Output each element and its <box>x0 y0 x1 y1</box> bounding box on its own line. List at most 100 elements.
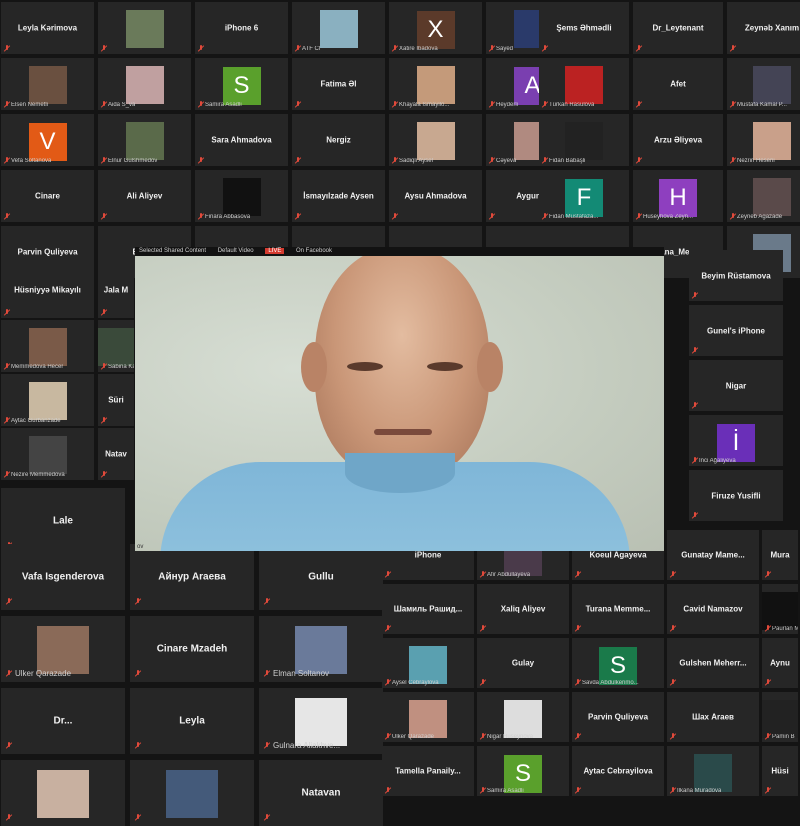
participant-tile[interactable]: Hüsi <box>762 746 798 796</box>
participant-tile[interactable]: Fatima Əl <box>292 58 385 110</box>
participant-tile[interactable]: Paurlan M <box>762 584 798 634</box>
participant-tile[interactable]: Ali Aliyev <box>98 170 191 222</box>
participant-tile[interactable]: Cinare <box>1 170 94 222</box>
participant-tile[interactable]: Айнур Araeва <box>130 544 254 610</box>
avatar-letter: F <box>565 179 603 217</box>
participant-tile[interactable]: Türkan Rasulova <box>539 58 629 110</box>
participant-tile[interactable]: İsmayılzade Aysen <box>292 170 385 222</box>
participant-tile[interactable]: V Vefa Soltanova <box>1 114 94 166</box>
participant-name: Sabina Ka <box>108 364 134 370</box>
participant-tile[interactable]: Vafa Isgenderova <box>1 544 125 610</box>
muted-mic-icon <box>636 45 642 52</box>
participant-tile[interactable]: Süri <box>98 374 134 426</box>
participant-tile[interactable]: Cinare Mzadeh <box>130 616 254 682</box>
active-speaker-video[interactable]: Selected Shared Content Default Video LI… <box>135 247 664 551</box>
participant-tile[interactable] <box>1 760 125 826</box>
toolbar-shared-content[interactable]: Selected Shared Content <box>139 248 206 254</box>
participant-tile[interactable]: ATF Cl <box>292 2 385 54</box>
participant-tile[interactable]: Nezire Memmedova <box>1 428 94 480</box>
participant-tile[interactable]: Afet <box>633 58 723 110</box>
participant-name: Aytac Gurbanzade <box>11 418 61 424</box>
toolbar-default-video[interactable]: Default Video <box>218 248 254 254</box>
participant-tile[interactable]: S Samira Asadli <box>477 746 569 796</box>
participant-tile[interactable]: Gulshen Meherr... <box>667 638 759 688</box>
participant-tile[interactable]: Nigar Huseynova <box>477 692 569 742</box>
participant-tile[interactable]: İ Inci Ağaliyeva <box>689 415 783 466</box>
participant-tile[interactable]: Pamin B <box>762 692 798 742</box>
muted-mic-icon <box>101 471 107 478</box>
participant-tile[interactable]: Zeynəb Xanım <box>727 2 800 54</box>
participant-tile[interactable]: Elsen Nemetli <box>1 58 94 110</box>
participant-tile[interactable]: Gullu <box>259 544 383 610</box>
participant-tile[interactable]: Elnur Gulshmedov <box>98 114 191 166</box>
participant-tile[interactable]: Memmedova Hecer <box>1 320 94 372</box>
muted-mic-icon <box>198 45 204 52</box>
participant-tile[interactable]: Şems Əhmədli <box>539 2 629 54</box>
participant-tile[interactable]: Parvin Quliyeva <box>572 692 664 742</box>
participant-name: Sadiqli Aysel <box>399 158 433 164</box>
participant-name: Cəyeva <box>496 158 517 164</box>
muted-mic-icon <box>392 45 398 52</box>
muted-mic-icon <box>6 670 12 677</box>
participant-tile[interactable]: Fidan Babaşli <box>539 114 629 166</box>
muted-mic-icon <box>489 101 495 108</box>
participant-tile[interactable]: Firuze Yusifli <box>689 470 783 521</box>
participant-tile[interactable]: Xaliq Aliyev <box>477 584 569 634</box>
participant-tile[interactable]: Nezrin Heseni <box>727 114 800 166</box>
participant-tile[interactable]: Aytac Cebrayilova <box>572 746 664 796</box>
participant-tile[interactable]: X Xatire Ibadova <box>389 2 482 54</box>
muted-mic-icon <box>542 157 548 164</box>
participant-tile[interactable]: Natav <box>98 428 134 480</box>
participant-tile[interactable]: Ulker Qarazade <box>1 616 125 682</box>
participant-tile[interactable]: Ilkana Muradova <box>667 746 759 796</box>
participant-tile[interactable]: F Fidan Mustafaza... <box>539 170 629 222</box>
participant-tile[interactable]: Шах Araeв <box>667 692 759 742</box>
participant-tile[interactable]: Шамиль Рашид... <box>382 584 474 634</box>
participant-tile[interactable]: Ulker Qarazade <box>382 692 474 742</box>
participant-name: Khayala Ismayilo... <box>399 102 450 108</box>
participant-name: Cinare <box>35 191 60 201</box>
participant-tile[interactable] <box>130 760 254 826</box>
participant-tile[interactable]: Gulnara Aliakhve... <box>259 688 383 754</box>
participant-tile[interactable]: Elman Soltanov <box>259 616 383 682</box>
participant-tile[interactable]: Sara Ahmadova <box>195 114 288 166</box>
participant-tile[interactable]: Nigar <box>689 360 783 411</box>
participant-tile[interactable]: Sadiqli Aysel <box>389 114 482 166</box>
participant-tile[interactable]: Sabina Ka <box>98 320 134 372</box>
participant-tile[interactable]: Aysu Ahmadova <box>389 170 482 222</box>
participant-tile[interactable]: Finara Abbasova <box>195 170 288 222</box>
participant-tile[interactable] <box>98 2 191 54</box>
participant-tile[interactable]: iPhone 6 <box>195 2 288 54</box>
participant-tile[interactable]: S Savda Abdulkerimo... <box>572 638 664 688</box>
participant-tile[interactable]: Mustafa Kamal P... <box>727 58 800 110</box>
participant-tile[interactable]: Aynu <box>762 638 798 688</box>
participant-tile[interactable]: Natavan <box>259 760 383 826</box>
participant-tile[interactable]: Zeyneb Agazade <box>727 170 800 222</box>
participant-tile[interactable]: Leyla Kərimova <box>1 2 94 54</box>
participant-tile[interactable]: Dr... <box>1 688 125 754</box>
participant-tile[interactable]: Gunatay Mame... <box>667 530 759 580</box>
participant-tile[interactable]: Aytac Gurbanzade <box>1 374 94 426</box>
participant-tile[interactable]: Dr_Leytenant <box>633 2 723 54</box>
participant-tile[interactable]: Turana Memme... <box>572 584 664 634</box>
participant-tile[interactable]: Mura <box>762 530 798 580</box>
participant-tile[interactable]: H Huseyhova Zeyn... <box>633 170 723 222</box>
participant-name: Айнур Araeва <box>158 571 226 583</box>
participant-name: Mustafa Kamal P... <box>737 102 787 108</box>
participant-tile[interactable]: Leyla <box>130 688 254 754</box>
participant-tile[interactable]: Jala M <box>98 262 134 318</box>
participant-tile[interactable]: Tamella Panaily... <box>382 746 474 796</box>
participant-tile[interactable]: Cavid Namazov <box>667 584 759 634</box>
participant-tile[interactable]: Nergiz <box>292 114 385 166</box>
participant-tile[interactable]: Aida S_va <box>98 58 191 110</box>
participant-tile[interactable]: Hüsniyyə Mikayılı <box>1 262 94 318</box>
participant-tile[interactable]: S Samira Asadli <box>195 58 288 110</box>
participant-tile[interactable]: Khayala Ismayilo... <box>389 58 482 110</box>
participant-tile[interactable]: Gulay <box>477 638 569 688</box>
participant-thumbnail <box>753 122 791 160</box>
participant-tile[interactable]: Aysel Cebraylova <box>382 638 474 688</box>
participant-tile[interactable]: Arzu Əliyeva <box>633 114 723 166</box>
participant-tile[interactable]: Gunel's iPhone <box>689 305 783 356</box>
muted-mic-icon <box>4 157 10 164</box>
participant-tile[interactable]: Beyim Rüstamova <box>689 250 783 301</box>
